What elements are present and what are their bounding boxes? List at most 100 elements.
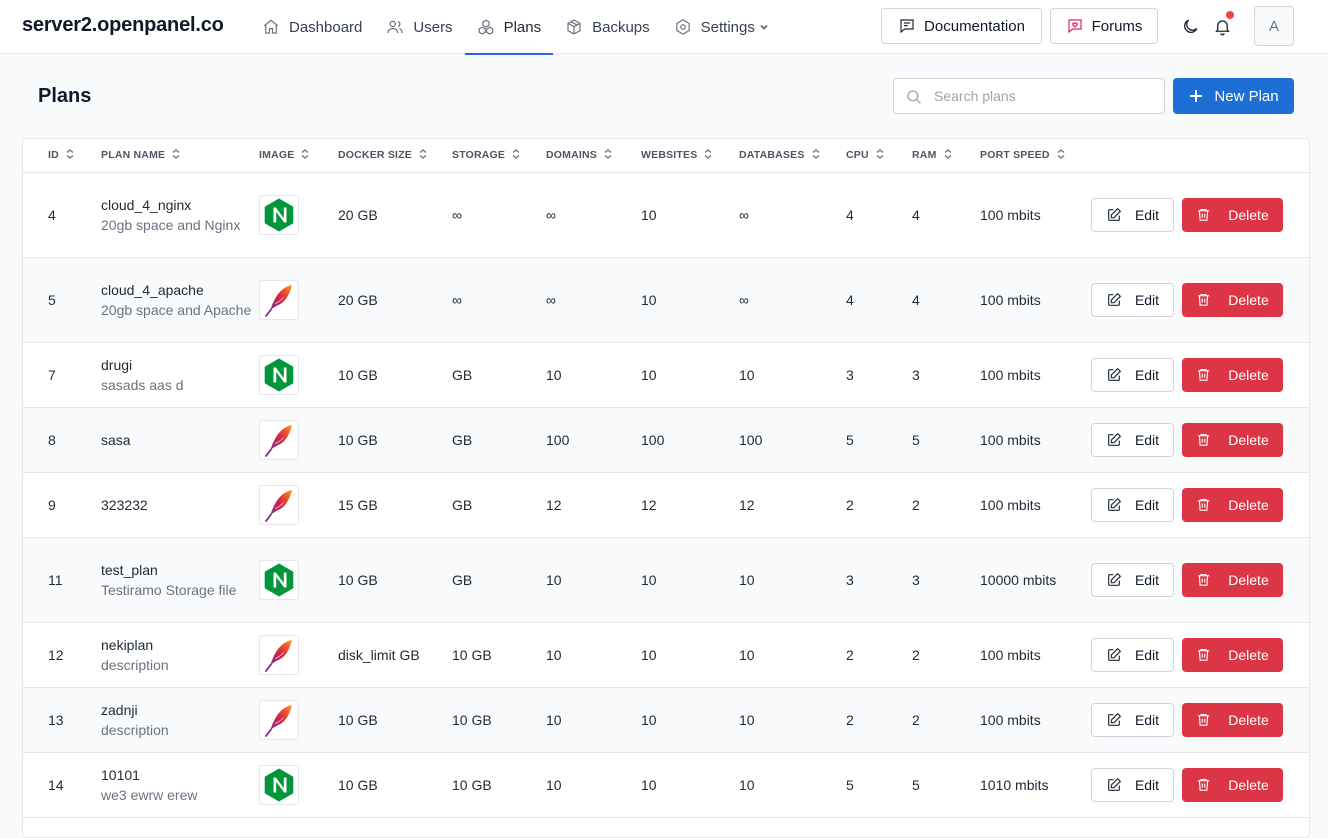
cell-domains: ∞ [546, 206, 556, 223]
edit-button[interactable]: Edit [1091, 702, 1174, 737]
cell-storage: GB [452, 571, 473, 588]
edit-label: Edit [1134, 291, 1160, 308]
plan-description: we3 ewrw erew [101, 786, 198, 803]
column-header-cpu[interactable]: CPU [846, 139, 912, 172]
column-header-label: STORAGE [452, 149, 506, 162]
sort-toggle[interactable] [301, 149, 309, 160]
column-header-label: PORT SPEED [980, 149, 1050, 162]
column-header-id[interactable]: ID [23, 139, 101, 172]
sort-toggle[interactable] [172, 149, 180, 160]
theme-toggle-button[interactable] [1178, 14, 1202, 38]
delete-button[interactable]: Delete [1182, 767, 1283, 802]
cell-id: 4 [48, 206, 56, 223]
sort-toggle[interactable] [1057, 149, 1065, 160]
column-header-websites[interactable]: WEBSITES [641, 139, 739, 172]
edit-button[interactable]: Edit [1091, 562, 1174, 597]
column-header-databases[interactable]: DATABASES [739, 139, 846, 172]
trash-icon [1198, 368, 1210, 381]
edit-button[interactable]: Edit [1091, 637, 1174, 672]
trash-icon [1198, 648, 1210, 661]
sort-toggle[interactable] [944, 149, 952, 160]
delete-button[interactable]: Delete [1182, 282, 1283, 317]
delete-button[interactable]: Delete [1182, 357, 1283, 392]
cell-databases: 100 [739, 431, 763, 448]
column-header-ram[interactable]: RAM [912, 139, 980, 172]
cell-plan-name: 323232 [101, 472, 259, 537]
sort-toggle[interactable] [419, 149, 427, 160]
cell-databases: 12 [739, 496, 755, 513]
sort-toggle[interactable] [812, 149, 820, 160]
edit-button[interactable]: Edit [1091, 767, 1174, 802]
sort-toggle[interactable] [66, 149, 74, 160]
trash-icon [1198, 293, 1210, 306]
column-header-label: DATABASES [739, 149, 805, 162]
edit-button[interactable]: Edit [1091, 282, 1174, 317]
edit-label: Edit [1134, 776, 1160, 793]
cell-id: 11 [48, 571, 63, 588]
trash-icon [1198, 573, 1210, 586]
forums-button[interactable]: Forums [1050, 8, 1158, 44]
search-icon [907, 90, 921, 104]
notification-dot [1226, 11, 1234, 19]
cell-databases: ∞ [739, 291, 749, 308]
cell-databases: 10 [739, 571, 755, 588]
sort-toggle[interactable] [604, 149, 612, 160]
edit-button[interactable]: Edit [1091, 357, 1174, 392]
edit-button[interactable]: Edit [1091, 422, 1174, 457]
edit-label: Edit [1134, 496, 1160, 513]
nav-plans[interactable]: Plans [464, 0, 554, 55]
edit-icon [1108, 712, 1122, 726]
nav-dashboard[interactable]: Dashboard [250, 0, 374, 54]
sort-toggle[interactable] [512, 149, 520, 160]
column-header-plan-name[interactable]: PLAN NAME [101, 139, 259, 172]
brand-title[interactable]: server2.openpanel.co [22, 14, 224, 37]
column-header-domains[interactable]: DOMAINS [546, 139, 641, 172]
cell-domains: 12 [546, 496, 562, 513]
sort-icon [1057, 149, 1065, 160]
cell-websites: 10 [641, 291, 657, 308]
plan-description: description [101, 656, 169, 673]
cell-plan-name: cloud_4_apache 20gb space and Apache [101, 257, 259, 342]
documentation-button[interactable]: Documentation [881, 8, 1042, 44]
delete-label: Delete [1228, 431, 1269, 448]
cell-websites: 10 [641, 711, 657, 728]
nav-backups[interactable]: Backups [553, 0, 662, 54]
cell-image [259, 257, 338, 342]
search-box [893, 78, 1165, 114]
delete-button[interactable]: Delete [1182, 197, 1283, 232]
nav-users[interactable]: Users [374, 0, 464, 54]
nginx-logo-icon [264, 768, 294, 801]
delete-button[interactable]: Delete [1182, 562, 1283, 597]
search-input[interactable] [934, 79, 1159, 113]
cell-storage: GB [452, 431, 473, 448]
delete-button[interactable]: Delete [1182, 637, 1283, 672]
edit-button[interactable]: Edit [1091, 487, 1174, 522]
column-header-storage[interactable]: STORAGE [452, 139, 546, 172]
delete-label: Delete [1228, 366, 1269, 383]
cell-ram: 3 [912, 366, 920, 383]
sort-toggle[interactable] [704, 149, 712, 160]
sort-toggle[interactable] [876, 149, 884, 160]
cell-plan-name: zadnji description [101, 687, 259, 752]
column-header-port-speed[interactable]: PORT SPEED [980, 139, 1091, 172]
nav-settings[interactable]: Settings [662, 0, 781, 54]
cell-websites: 100 [641, 431, 665, 448]
delete-button[interactable]: Delete [1182, 702, 1283, 737]
notifications-button[interactable] [1210, 11, 1234, 38]
nav-users-label: Users [413, 18, 453, 36]
cell-cpu: 5 [846, 431, 854, 448]
column-header-image[interactable]: IMAGE [259, 139, 338, 172]
cell-storage: 10 GB [452, 646, 492, 663]
plan-description: description [101, 721, 169, 738]
avatar[interactable]: A [1254, 6, 1294, 46]
top-navbar: server2.openpanel.co Dashboard Users Pla… [0, 0, 1328, 55]
column-header-docker-size[interactable]: DOCKER SIZE [338, 139, 452, 172]
edit-icon [1108, 292, 1122, 306]
new-plan-button[interactable]: New Plan [1173, 78, 1294, 114]
edit-button[interactable]: Edit [1091, 197, 1174, 232]
delete-button[interactable]: Delete [1182, 422, 1283, 457]
edit-icon [1108, 777, 1122, 791]
apache-feather-icon [265, 639, 292, 672]
delete-button[interactable]: Delete [1182, 487, 1283, 522]
cell-docker-size: 10 GB [338, 431, 378, 448]
